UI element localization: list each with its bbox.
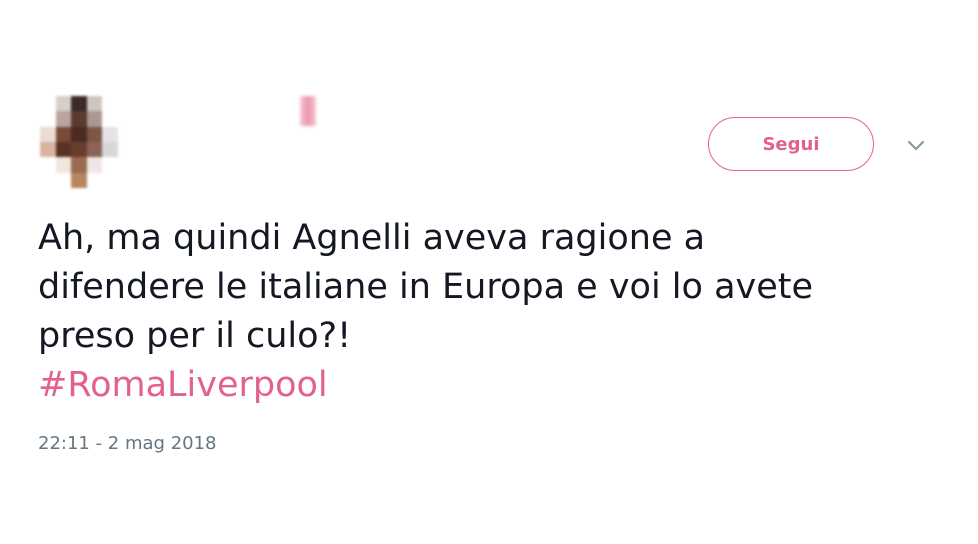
- follow-button[interactable]: Segui: [708, 117, 874, 171]
- tweet-text: Ah, ma quindi Agnelli aveva ragione a di…: [38, 214, 938, 410]
- user-name-blurred[interactable]: [300, 96, 316, 126]
- avatar[interactable]: [40, 96, 118, 188]
- tweet-timestamp[interactable]: 22:11 - 2 mag 2018: [38, 433, 217, 454]
- tweet-text-line: difendere le italiane in Europa e voi lo…: [38, 267, 814, 307]
- chevron-down-icon[interactable]: [904, 136, 928, 156]
- tweet-text-line: Ah, ma quindi Agnelli aveva ragione a: [38, 218, 706, 258]
- hashtag-link[interactable]: #RomaLiverpool: [38, 361, 938, 410]
- tweet-card: Segui Ah, ma quindi Agnelli aveva ragion…: [0, 0, 978, 544]
- tweet-text-line: preso per il culo?!: [38, 316, 352, 356]
